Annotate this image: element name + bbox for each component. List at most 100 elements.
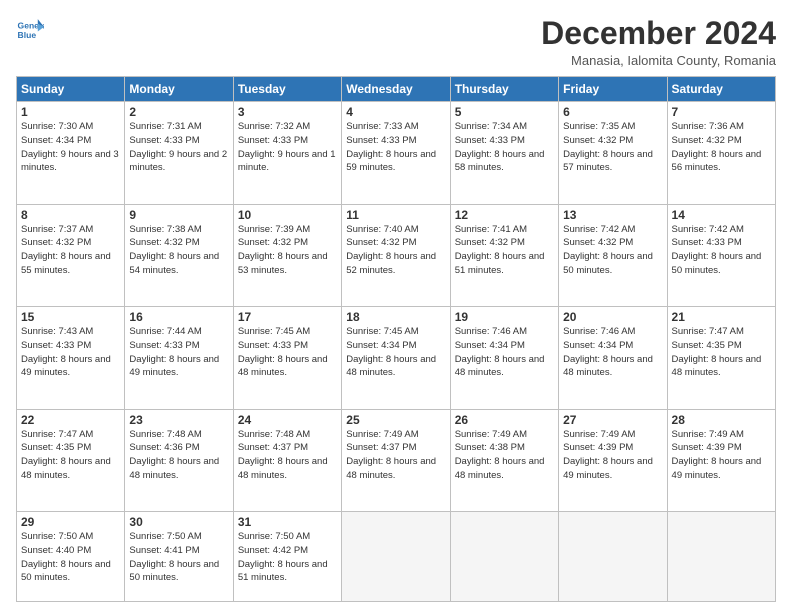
day-header-wednesday: Wednesday [342, 77, 450, 102]
day-cell: 24Sunrise: 7:48 AMSunset: 4:37 PMDayligh… [233, 409, 341, 512]
day-number: 10 [238, 208, 337, 222]
day-info: Sunrise: 7:42 AMSunset: 4:33 PMDaylight:… [672, 223, 771, 278]
day-number: 26 [455, 413, 554, 427]
day-info: Sunrise: 7:49 AMSunset: 4:37 PMDaylight:… [346, 428, 445, 483]
day-info: Sunrise: 7:43 AMSunset: 4:33 PMDaylight:… [21, 325, 120, 380]
day-info: Sunrise: 7:38 AMSunset: 4:32 PMDaylight:… [129, 223, 228, 278]
day-number: 6 [563, 105, 662, 119]
day-cell: 9Sunrise: 7:38 AMSunset: 4:32 PMDaylight… [125, 204, 233, 307]
day-number: 19 [455, 310, 554, 324]
day-info: Sunrise: 7:44 AMSunset: 4:33 PMDaylight:… [129, 325, 228, 380]
logo-icon: General Blue [16, 16, 44, 44]
day-header-monday: Monday [125, 77, 233, 102]
week-row-1: 1Sunrise: 7:30 AMSunset: 4:34 PMDaylight… [17, 102, 776, 205]
day-info: Sunrise: 7:47 AMSunset: 4:35 PMDaylight:… [672, 325, 771, 380]
day-info: Sunrise: 7:47 AMSunset: 4:35 PMDaylight:… [21, 428, 120, 483]
day-cell: 2Sunrise: 7:31 AMSunset: 4:33 PMDaylight… [125, 102, 233, 205]
day-cell: 27Sunrise: 7:49 AMSunset: 4:39 PMDayligh… [559, 409, 667, 512]
day-number: 7 [672, 105, 771, 119]
day-cell: 28Sunrise: 7:49 AMSunset: 4:39 PMDayligh… [667, 409, 775, 512]
day-number: 3 [238, 105, 337, 119]
day-cell: 17Sunrise: 7:45 AMSunset: 4:33 PMDayligh… [233, 307, 341, 410]
day-info: Sunrise: 7:50 AMSunset: 4:42 PMDaylight:… [238, 530, 337, 585]
day-info: Sunrise: 7:49 AMSunset: 4:39 PMDaylight:… [563, 428, 662, 483]
svg-text:Blue: Blue [18, 30, 37, 40]
day-cell [450, 512, 558, 602]
day-cell: 1Sunrise: 7:30 AMSunset: 4:34 PMDaylight… [17, 102, 125, 205]
day-number: 1 [21, 105, 120, 119]
day-cell: 14Sunrise: 7:42 AMSunset: 4:33 PMDayligh… [667, 204, 775, 307]
day-info: Sunrise: 7:39 AMSunset: 4:32 PMDaylight:… [238, 223, 337, 278]
day-number: 4 [346, 105, 445, 119]
day-number: 2 [129, 105, 228, 119]
day-number: 27 [563, 413, 662, 427]
month-title: December 2024 [541, 16, 776, 51]
day-cell: 7Sunrise: 7:36 AMSunset: 4:32 PMDaylight… [667, 102, 775, 205]
day-cell: 23Sunrise: 7:48 AMSunset: 4:36 PMDayligh… [125, 409, 233, 512]
day-cell: 6Sunrise: 7:35 AMSunset: 4:32 PMDaylight… [559, 102, 667, 205]
day-cell: 19Sunrise: 7:46 AMSunset: 4:34 PMDayligh… [450, 307, 558, 410]
day-number: 9 [129, 208, 228, 222]
day-number: 29 [21, 515, 120, 529]
day-info: Sunrise: 7:45 AMSunset: 4:33 PMDaylight:… [238, 325, 337, 380]
header: General Blue December 2024 Manasia, Ialo… [16, 16, 776, 68]
day-cell [342, 512, 450, 602]
day-header-tuesday: Tuesday [233, 77, 341, 102]
day-cell: 11Sunrise: 7:40 AMSunset: 4:32 PMDayligh… [342, 204, 450, 307]
day-number: 28 [672, 413, 771, 427]
day-number: 25 [346, 413, 445, 427]
day-cell: 26Sunrise: 7:49 AMSunset: 4:38 PMDayligh… [450, 409, 558, 512]
day-number: 31 [238, 515, 337, 529]
day-number: 11 [346, 208, 445, 222]
day-cell: 21Sunrise: 7:47 AMSunset: 4:35 PMDayligh… [667, 307, 775, 410]
day-cell [667, 512, 775, 602]
day-number: 20 [563, 310, 662, 324]
day-header-saturday: Saturday [667, 77, 775, 102]
title-block: December 2024 Manasia, Ialomita County, … [541, 16, 776, 68]
day-info: Sunrise: 7:37 AMSunset: 4:32 PMDaylight:… [21, 223, 120, 278]
day-info: Sunrise: 7:36 AMSunset: 4:32 PMDaylight:… [672, 120, 771, 175]
page: General Blue December 2024 Manasia, Ialo… [0, 0, 792, 612]
day-info: Sunrise: 7:32 AMSunset: 4:33 PMDaylight:… [238, 120, 337, 175]
day-number: 14 [672, 208, 771, 222]
day-cell: 20Sunrise: 7:46 AMSunset: 4:34 PMDayligh… [559, 307, 667, 410]
day-number: 18 [346, 310, 445, 324]
day-cell: 22Sunrise: 7:47 AMSunset: 4:35 PMDayligh… [17, 409, 125, 512]
day-number: 15 [21, 310, 120, 324]
day-number: 24 [238, 413, 337, 427]
day-number: 30 [129, 515, 228, 529]
day-cell: 15Sunrise: 7:43 AMSunset: 4:33 PMDayligh… [17, 307, 125, 410]
day-number: 21 [672, 310, 771, 324]
day-cell: 4Sunrise: 7:33 AMSunset: 4:33 PMDaylight… [342, 102, 450, 205]
day-cell [559, 512, 667, 602]
day-info: Sunrise: 7:40 AMSunset: 4:32 PMDaylight:… [346, 223, 445, 278]
day-header-thursday: Thursday [450, 77, 558, 102]
day-info: Sunrise: 7:49 AMSunset: 4:38 PMDaylight:… [455, 428, 554, 483]
day-cell: 13Sunrise: 7:42 AMSunset: 4:32 PMDayligh… [559, 204, 667, 307]
week-row-5: 29Sunrise: 7:50 AMSunset: 4:40 PMDayligh… [17, 512, 776, 602]
week-row-3: 15Sunrise: 7:43 AMSunset: 4:33 PMDayligh… [17, 307, 776, 410]
day-info: Sunrise: 7:34 AMSunset: 4:33 PMDaylight:… [455, 120, 554, 175]
day-info: Sunrise: 7:42 AMSunset: 4:32 PMDaylight:… [563, 223, 662, 278]
day-info: Sunrise: 7:49 AMSunset: 4:39 PMDaylight:… [672, 428, 771, 483]
day-info: Sunrise: 7:46 AMSunset: 4:34 PMDaylight:… [455, 325, 554, 380]
day-info: Sunrise: 7:46 AMSunset: 4:34 PMDaylight:… [563, 325, 662, 380]
day-cell: 25Sunrise: 7:49 AMSunset: 4:37 PMDayligh… [342, 409, 450, 512]
day-info: Sunrise: 7:48 AMSunset: 4:36 PMDaylight:… [129, 428, 228, 483]
day-cell: 30Sunrise: 7:50 AMSunset: 4:41 PMDayligh… [125, 512, 233, 602]
day-header-sunday: Sunday [17, 77, 125, 102]
day-cell: 8Sunrise: 7:37 AMSunset: 4:32 PMDaylight… [17, 204, 125, 307]
day-cell: 29Sunrise: 7:50 AMSunset: 4:40 PMDayligh… [17, 512, 125, 602]
day-number: 23 [129, 413, 228, 427]
day-info: Sunrise: 7:45 AMSunset: 4:34 PMDaylight:… [346, 325, 445, 380]
day-number: 5 [455, 105, 554, 119]
day-cell: 18Sunrise: 7:45 AMSunset: 4:34 PMDayligh… [342, 307, 450, 410]
logo: General Blue [16, 16, 44, 44]
day-number: 22 [21, 413, 120, 427]
day-header-friday: Friday [559, 77, 667, 102]
day-number: 13 [563, 208, 662, 222]
day-info: Sunrise: 7:50 AMSunset: 4:40 PMDaylight:… [21, 530, 120, 585]
day-cell: 5Sunrise: 7:34 AMSunset: 4:33 PMDaylight… [450, 102, 558, 205]
subtitle: Manasia, Ialomita County, Romania [541, 53, 776, 68]
week-row-2: 8Sunrise: 7:37 AMSunset: 4:32 PMDaylight… [17, 204, 776, 307]
